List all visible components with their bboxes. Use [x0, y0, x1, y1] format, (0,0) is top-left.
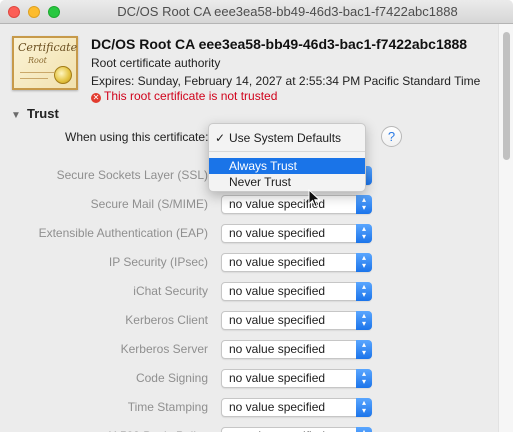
trust-setting-label: Extensible Authentication (EAP): [38, 226, 208, 240]
trust-setting-select[interactable]: no value specified ▴▾: [221, 282, 372, 301]
certificate-expiry: Expires: Sunday, February 14, 2027 at 2:…: [91, 74, 481, 88]
trust-setting-select[interactable]: no value specified ▴▾: [221, 224, 372, 243]
title-bar: DC/OS Root CA eee3ea58-bb49-46d3-bac1-f7…: [0, 0, 513, 24]
trust-setting-select[interactable]: no value specified▴▾: [221, 195, 372, 214]
chevron-updown-icon: ▴▾: [356, 340, 372, 359]
trust-setting-value: no value specified: [229, 313, 326, 327]
trust-setting-label: iChat Security: [133, 284, 208, 298]
chevron-updown-icon: ▴▾: [356, 224, 372, 243]
trust-setting-select[interactable]: no value specified ▴▾: [221, 398, 372, 417]
certificate-icon-text: Certificate: [18, 41, 78, 54]
trust-setting-label: Secure Mail (S/MIME): [90, 197, 208, 211]
trust-setting-select[interactable]: no value specified ▴▾: [221, 311, 372, 330]
chevron-updown-icon: ▴▾: [356, 311, 372, 330]
vertical-scrollbar[interactable]: [498, 24, 513, 432]
menu-separator: [209, 151, 365, 152]
trust-status-text: This root certificate is not trusted: [104, 89, 278, 103]
trust-setting-select[interactable]: no value specified ▴▾: [221, 369, 372, 388]
trust-setting-value: no value specified: [229, 226, 326, 240]
trust-setting-select[interactable]: no value specified ▴▾: [221, 340, 372, 359]
certificate-window: DC/OS Root CA eee3ea58-bb49-46d3-bac1-f7…: [0, 0, 513, 432]
certificate-seal-icon: [54, 66, 72, 84]
trust-section-title[interactable]: Trust: [27, 106, 59, 121]
trust-setting-select[interactable]: no value specified ▴▾: [221, 253, 372, 272]
checkmark-icon: ✓: [215, 131, 226, 145]
certificate-name: DC/OS Root CA eee3ea58-bb49-46d3-bac1-f7…: [91, 36, 468, 52]
chevron-updown-icon: ▴▾: [356, 398, 372, 417]
disclosure-triangle-icon[interactable]: ▼: [11, 110, 21, 121]
menu-item-label: Use System Defaults: [229, 131, 342, 145]
minimize-window-button[interactable]: [28, 6, 40, 18]
certificate-icon-line: [20, 72, 54, 73]
trust-setting-label: Secure Sockets Layer (SSL): [56, 168, 208, 182]
trust-status: ✕ This root certificate is not trusted: [91, 89, 277, 103]
trust-setting-select[interactable]: no value specified▴▾: [221, 427, 372, 432]
trust-setting-label: IP Security (IPsec): [108, 255, 208, 269]
trust-setting-value: no value specified: [229, 342, 326, 356]
trust-setting-value: no value specified: [229, 400, 326, 414]
scrollbar-thumb[interactable]: [503, 32, 510, 160]
trust-setting-label: Kerberos Server: [120, 342, 208, 356]
trust-setting-value: no value specified: [229, 371, 326, 385]
chevron-updown-icon: ▴▾: [356, 195, 372, 214]
chevron-updown-icon: ▴▾: [356, 369, 372, 388]
chevron-updown-icon: ▴▾: [356, 253, 372, 272]
help-button[interactable]: ?: [381, 126, 402, 147]
chevron-updown-icon: ▴▾: [356, 282, 372, 301]
trust-setting-label: Kerberos Client: [125, 313, 208, 327]
certificate-icon-subtext: Root: [28, 56, 47, 65]
trust-dropdown-menu[interactable]: ✓ Use System Defaults Always Trust Never…: [208, 123, 366, 192]
trust-setting-label: Code Signing: [135, 371, 208, 385]
error-icon: ✕: [91, 93, 101, 103]
trust-setting-value: no value specified: [229, 284, 326, 298]
zoom-window-button[interactable]: [48, 6, 60, 18]
window-title: DC/OS Root CA eee3ea58-bb49-46d3-bac1-f7…: [117, 4, 458, 19]
chevron-updown-icon: ▴▾: [356, 427, 372, 432]
menu-item-use-system-defaults[interactable]: ✓ Use System Defaults: [209, 130, 365, 146]
close-window-button[interactable]: [8, 6, 20, 18]
trust-setting-value: no value specified: [229, 255, 326, 269]
menu-item-never-trust[interactable]: Never Trust: [209, 174, 365, 190]
menu-item-always-trust[interactable]: Always Trust: [209, 158, 365, 174]
when-using-label: When using this certificate:: [65, 130, 209, 144]
certificate-icon: Certificate Root: [12, 36, 78, 90]
certificate-details: Certificate Root DC/OS Root CA eee3ea58-…: [0, 24, 513, 432]
trust-setting-label: Time Stamping: [127, 400, 208, 414]
certificate-icon-line: [20, 78, 48, 79]
certificate-kind: Root certificate authority: [91, 56, 221, 70]
arrow-cursor-icon: [308, 189, 321, 208]
